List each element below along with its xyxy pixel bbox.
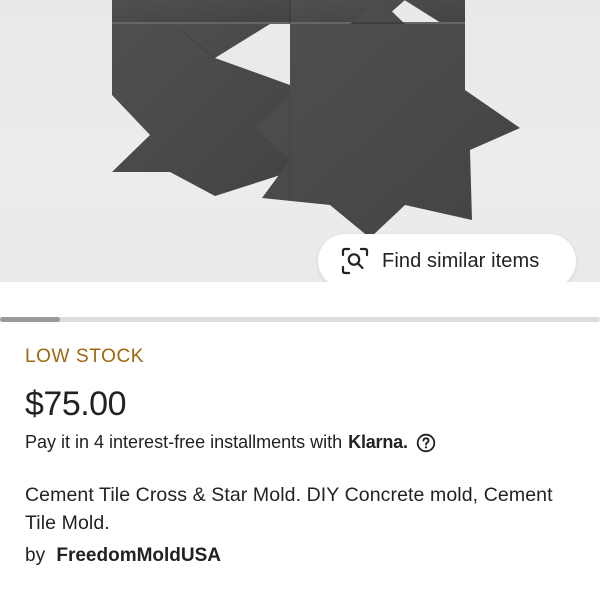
find-similar-label: Find similar items	[382, 249, 540, 272]
shop-name-link[interactable]: FreedomMoldUSA	[56, 545, 221, 566]
stock-status: LOW STOCK	[25, 346, 145, 367]
visual-search-icon	[340, 246, 370, 276]
installments-text: Pay it in 4 interest-free installments w…	[25, 432, 343, 452]
product-title: Cement Tile Cross & Star Mold. DIY Concr…	[25, 484, 553, 534]
shop-prefix: by	[25, 545, 46, 566]
scrollbar-thumb[interactable]	[0, 317, 60, 322]
image-gallery-scrollbar[interactable]	[0, 282, 600, 322]
question-circle-icon[interactable]	[416, 433, 436, 453]
listing-page: Find similar items LOW STOCK $75.00 Pay …	[0, 0, 600, 600]
price: $75.00	[25, 385, 127, 423]
scrollbar-track	[0, 317, 600, 322]
installments-info: Pay it in 4 interest-free installments w…	[25, 432, 436, 453]
product-image[interactable]: Find similar items	[0, 0, 600, 282]
klarna-brand: Klarna.	[348, 432, 408, 452]
shop-byline: by FreedomMoldUSA	[25, 545, 221, 567]
find-similar-button[interactable]: Find similar items	[318, 234, 576, 282]
